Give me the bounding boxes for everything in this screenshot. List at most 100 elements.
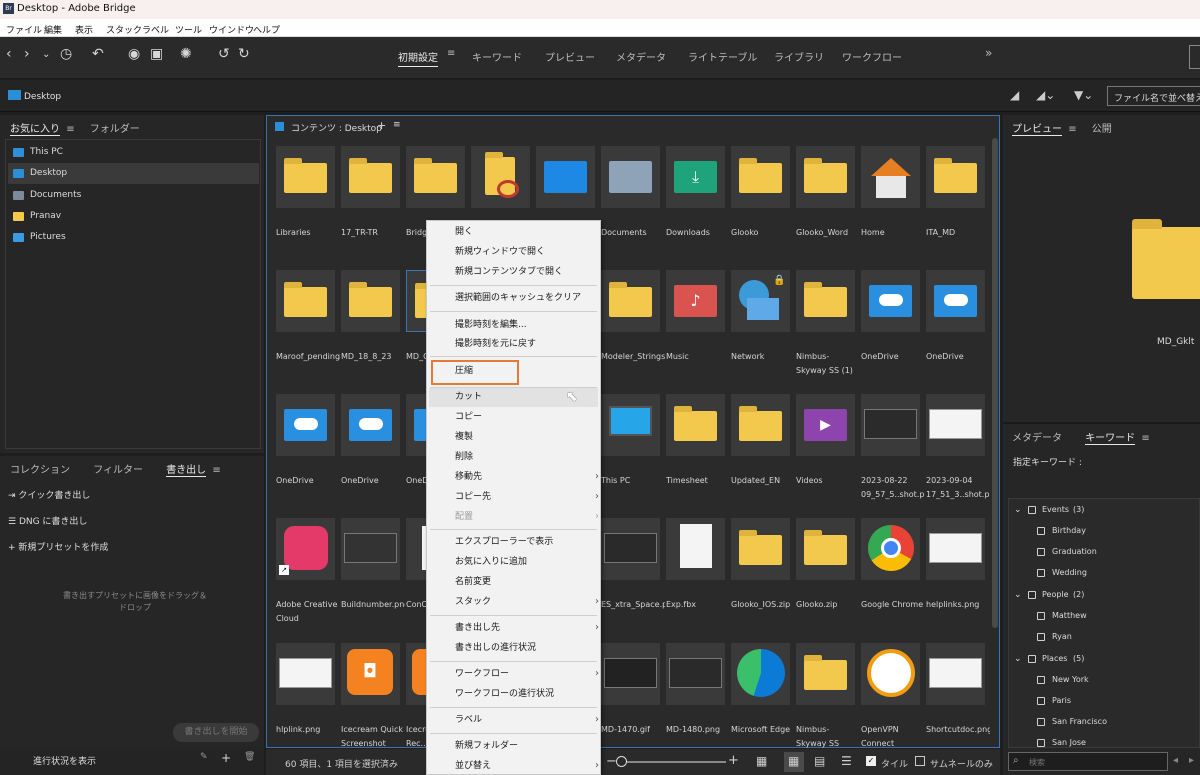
- thumb-only-checkbox[interactable]: [915, 756, 925, 766]
- thumbnail[interactable]: [276, 394, 335, 456]
- thumbnail[interactable]: [471, 146, 530, 208]
- keyword-checkbox[interactable]: [1037, 548, 1045, 556]
- thumbnail[interactable]: [276, 146, 335, 208]
- favorite-documents[interactable]: Documents: [8, 185, 259, 206]
- rotate-left-icon[interactable]: ↺: [218, 46, 230, 62]
- keyword-search-input[interactable]: ⌕ 検索: [1008, 752, 1168, 771]
- keyword-item[interactable]: Birthday: [1052, 526, 1086, 535]
- content-scrollbar[interactable]: [992, 138, 998, 628]
- menu-help[interactable]: ヘルプ: [253, 23, 280, 36]
- zoom-in-icon[interactable]: +: [728, 753, 739, 768]
- add-tab-icon[interactable]: +: [377, 119, 386, 132]
- tab-keywords[interactable]: キーワード: [1085, 433, 1136, 445]
- start-export-button[interactable]: 書き出しを開始: [173, 723, 259, 742]
- back-icon[interactable]: ‹: [6, 46, 12, 62]
- workspace-lighttable[interactable]: ライトテーブル: [688, 49, 757, 64]
- keyword-item[interactable]: Matthew: [1052, 611, 1087, 620]
- menu-move-to[interactable]: 移動先 ›: [455, 468, 599, 486]
- keyword-item[interactable]: San Jose: [1052, 738, 1086, 747]
- keyword-group-checkbox[interactable]: [1028, 591, 1036, 599]
- thumbnail[interactable]: [406, 146, 465, 208]
- menu-tools[interactable]: ツール: [175, 23, 202, 36]
- thumbnail[interactable]: [666, 518, 725, 580]
- thumbnail[interactable]: [731, 394, 790, 456]
- search-prev-icon[interactable]: ◂: [1173, 755, 1178, 766]
- chevron-down-icon[interactable]: ⌄: [1014, 654, 1022, 664]
- tab-folders[interactable]: フォルダー: [90, 124, 140, 135]
- tab-filter[interactable]: フィルター: [93, 465, 143, 476]
- keyword-checkbox[interactable]: [1037, 612, 1045, 620]
- menu-copy[interactable]: コピー: [455, 408, 595, 426]
- view-details-icon[interactable]: ▤: [814, 754, 825, 768]
- thumbnail[interactable]: [731, 643, 790, 705]
- thumbnail[interactable]: 🔒: [731, 270, 790, 332]
- menu-view[interactable]: 表示: [75, 23, 93, 36]
- thumbnail[interactable]: [536, 146, 595, 208]
- keyword-item[interactable]: Paris: [1052, 696, 1071, 705]
- thumbnail[interactable]: [666, 394, 725, 456]
- tab-preview[interactable]: プレビュー: [1012, 124, 1062, 136]
- thumbnail[interactable]: [276, 270, 335, 332]
- thumbnail[interactable]: [601, 270, 660, 332]
- favorite-pranav[interactable]: Pranav: [8, 206, 259, 227]
- thumbnail[interactable]: [731, 518, 790, 580]
- thumbnail[interactable]: [731, 146, 790, 208]
- menu-new-folder[interactable]: 新規フォルダー: [455, 737, 595, 755]
- menu-compress[interactable]: 圧縮: [455, 362, 595, 380]
- menu-stack[interactable]: スタック: [106, 23, 142, 36]
- dng-export-item[interactable]: ☰ DNG に書き出し: [8, 514, 87, 527]
- tab-publish[interactable]: 公開: [1092, 124, 1112, 135]
- panel-menu-icon[interactable]: ≡: [66, 124, 74, 135]
- thumbnail[interactable]: [341, 146, 400, 208]
- thumbnail[interactable]: [341, 270, 400, 332]
- thumbnail[interactable]: [601, 643, 660, 705]
- menu-rename[interactable]: 名前変更: [455, 573, 595, 591]
- keyword-checkbox[interactable]: [1037, 633, 1045, 641]
- keyword-item[interactable]: Graduation: [1052, 547, 1097, 556]
- keyword-item[interactable]: San Francisco: [1052, 717, 1107, 726]
- thumbnail[interactable]: [341, 394, 400, 456]
- tab-metadata[interactable]: メタデータ: [1012, 433, 1062, 444]
- workspace-preview[interactable]: プレビュー: [545, 49, 595, 64]
- chevron-down-icon[interactable]: ⌄: [1014, 505, 1022, 515]
- menu-reveal-explorer[interactable]: エクスプローラーで表示: [455, 533, 595, 551]
- camera-icon[interactable]: ◉: [128, 46, 140, 62]
- menu-edit-capture-time[interactable]: 撮影時刻を編集...: [455, 316, 595, 334]
- menu-workflow[interactable]: ワークフロー ›: [455, 665, 599, 683]
- recent-icon[interactable]: ◷: [60, 46, 72, 62]
- workspace-menu-icon[interactable]: ≡: [447, 48, 455, 59]
- thumbnail[interactable]: [796, 643, 855, 705]
- favorite-this-pc[interactable]: This PC: [8, 142, 259, 163]
- menu-export-progress[interactable]: 書き出しの進行状況: [455, 639, 595, 657]
- menu-add-favorites[interactable]: お気に入りに追加: [455, 553, 595, 571]
- keyword-checkbox[interactable]: [1037, 676, 1045, 684]
- grid-lock-icon[interactable]: ▦: [756, 754, 767, 768]
- keyword-item[interactable]: Ryan: [1052, 632, 1072, 641]
- thumbnail[interactable]: [926, 146, 985, 208]
- tab-export[interactable]: 書き出し: [166, 465, 207, 477]
- menu-open[interactable]: 開く: [455, 223, 595, 241]
- thumbnail[interactable]: [796, 518, 855, 580]
- panel-menu-icon[interactable]: ≡: [1141, 433, 1149, 444]
- keyword-checkbox[interactable]: [1037, 739, 1045, 747]
- add-icon[interactable]: +: [221, 751, 231, 765]
- thumbnail[interactable]: [276, 643, 335, 705]
- search-box-edge[interactable]: [1189, 45, 1200, 69]
- menu-stack[interactable]: スタック ›: [455, 593, 599, 611]
- edit-icon[interactable]: ✎: [200, 752, 208, 762]
- menu-purge-cache[interactable]: 選択範囲のキャッシュをクリア: [455, 289, 595, 307]
- thumbnail[interactable]: [861, 643, 920, 705]
- keyword-group-events[interactable]: Events: [1042, 505, 1069, 514]
- keyword-checkbox[interactable]: [1037, 697, 1045, 705]
- more-workspaces-icon[interactable]: »: [985, 46, 992, 60]
- thumbnail[interactable]: [796, 146, 855, 208]
- chevron-down-icon[interactable]: ⌄: [42, 49, 50, 60]
- workspace-library[interactable]: ライブラリ: [774, 49, 824, 64]
- thumbnail[interactable]: [601, 518, 660, 580]
- workspace-default[interactable]: 初期設定: [398, 49, 438, 67]
- keyword-checkbox[interactable]: [1037, 569, 1045, 577]
- tab-collections[interactable]: コレクション: [10, 465, 70, 476]
- thumbnail-size-slider[interactable]: [626, 761, 726, 763]
- thumbnail[interactable]: ⤓: [666, 146, 725, 208]
- thumbnail[interactable]: [861, 394, 920, 456]
